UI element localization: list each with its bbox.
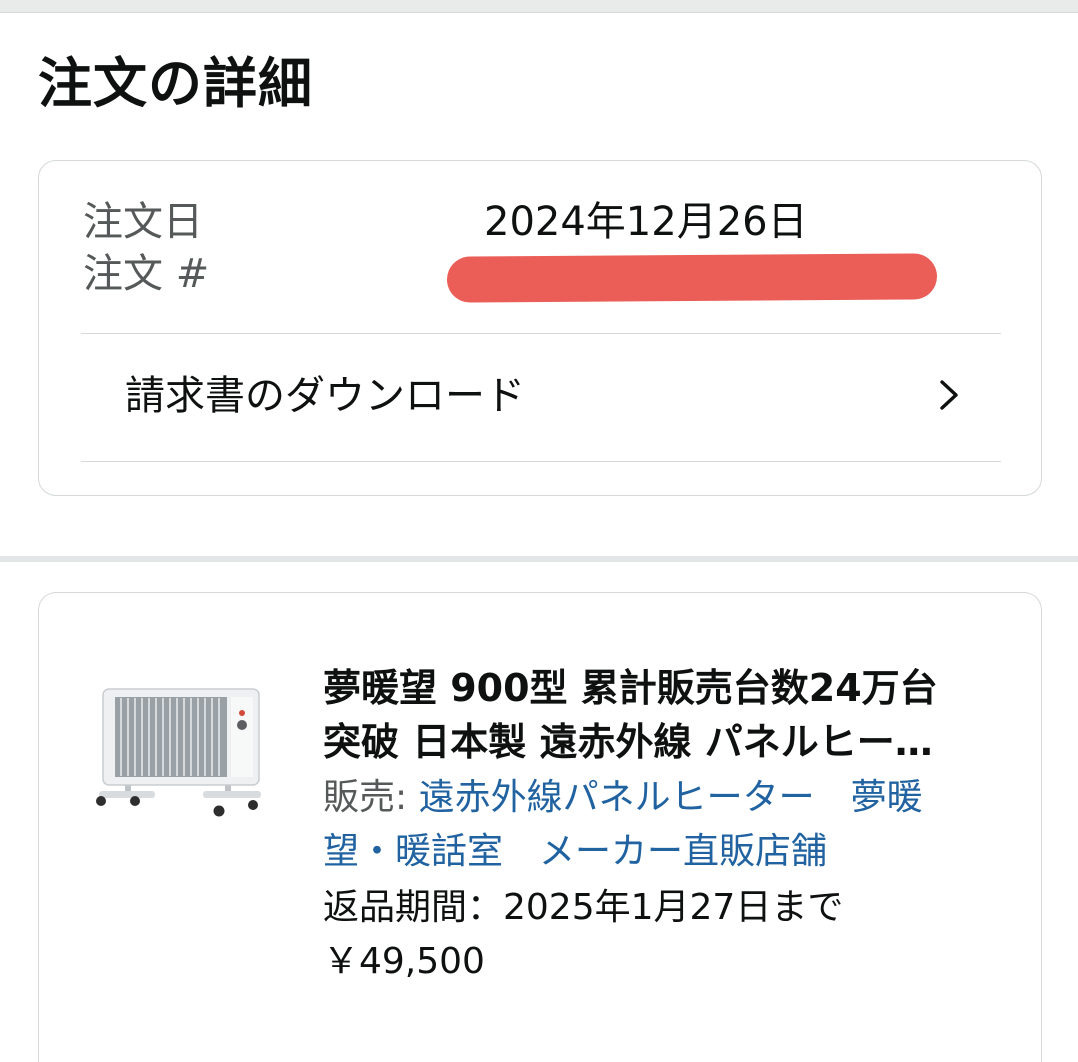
section-separator: [0, 556, 1078, 562]
item-price: ￥49,500: [323, 941, 485, 982]
seller-info: 販売: 遠赤外線パネルヒーター 夢暖望・暖話室 メーカー直販店舗: [323, 771, 963, 879]
order-number-redaction: [446, 253, 938, 303]
order-summary-card: 注文日 2024年12月26日 注文 # 請求書のダウンロード: [38, 160, 1042, 496]
top-strip: [0, 0, 1078, 13]
download-invoice-link[interactable]: 請求書のダウンロード: [81, 335, 1001, 461]
page-title: 注文の詳細: [38, 52, 313, 115]
summary-divider-top: [81, 333, 1001, 334]
summary-divider-bottom: [81, 461, 1001, 462]
product-title-line-2: 突破 日本製 遠赤外線 パネルヒー…: [323, 720, 933, 764]
return-window: 返品期間：2025年1月27日まで: [323, 887, 844, 928]
product-title-line-1: 夢暖望 900型 累計販売台数24万台: [323, 666, 938, 710]
seller-prefix: 販売:: [323, 777, 419, 818]
order-number-label: 注文 #: [83, 251, 210, 297]
order-date-value: 2024年12月26日: [484, 199, 808, 245]
download-invoice-label: 請求書のダウンロード: [125, 373, 525, 419]
seller-name-line-2: 望・暖話室 メーカー直販店舗: [323, 831, 828, 872]
chevron-right-icon: [940, 380, 958, 410]
product-title[interactable]: 夢暖望 900型 累計販売台数24万台 突破 日本製 遠赤外線 パネルヒー…: [323, 661, 1003, 769]
order-item-card: 夢暖望 900型 累計販売台数24万台 突破 日本製 遠赤外線 パネルヒー… 販…: [38, 592, 1042, 1062]
seller-name-line-1: 遠赤外線パネルヒーター 夢暖: [418, 777, 923, 818]
panel-heater-image[interactable]: [91, 683, 266, 818]
order-date-label: 注文日: [83, 199, 203, 245]
